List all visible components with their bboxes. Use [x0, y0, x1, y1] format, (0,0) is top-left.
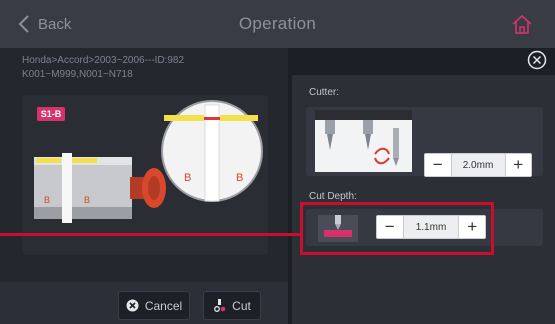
cut-depth-label: Cut Depth:: [309, 191, 357, 202]
callout-line: [0, 233, 303, 236]
side-marker-b: B: [44, 195, 50, 205]
callout-highlight-box: [300, 202, 494, 255]
key-side-tag: S1-B: [37, 107, 65, 121]
cutter-illustration: [315, 110, 412, 172]
vehicle-path: Honda>Accord>2003~2006---ID:982: [22, 55, 185, 66]
side-marker-b: B: [184, 172, 191, 184]
cancel-button[interactable]: Cancel: [118, 291, 190, 320]
cancel-label: Cancel: [144, 298, 183, 313]
cutter-increase-button[interactable]: +: [505, 154, 531, 176]
side-marker-b: B: [84, 195, 90, 205]
cutter-stepper: − 2.0mm +: [424, 153, 532, 177]
close-icon[interactable]: [527, 50, 547, 70]
key-series: K001~M999,N001~N718: [22, 69, 133, 80]
close-circle-icon: [126, 299, 139, 312]
cut-button[interactable]: Cut: [203, 291, 261, 320]
cutter-label: Cutter:: [309, 87, 340, 98]
cutter-decrease-button[interactable]: −: [425, 154, 451, 176]
cutter-icon: [214, 299, 226, 312]
cut-label: Cut: [232, 298, 251, 313]
home-icon[interactable]: [511, 13, 533, 35]
side-marker-b: B: [236, 172, 243, 184]
vehicle-breadcrumb: Honda>Accord>2003~2006---ID:982 K001~M99…: [22, 54, 184, 82]
page-title: Operation: [238, 14, 317, 33]
cutter-value: 2.0mm: [450, 154, 506, 176]
